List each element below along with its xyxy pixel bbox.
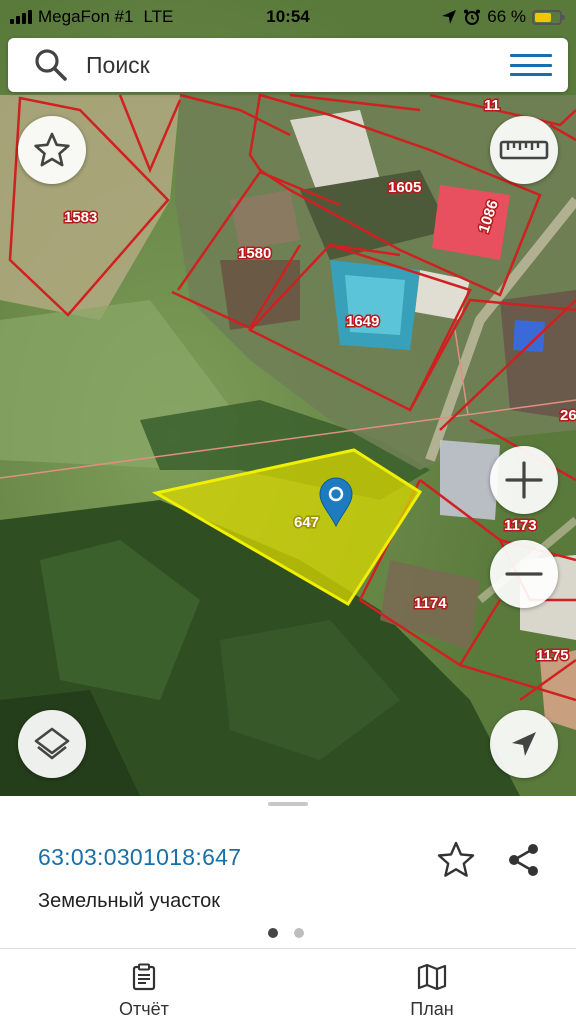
parcel-label: 1649 [346,313,379,330]
search-bar[interactable]: Поиск [8,38,568,92]
parcel-label: 1583 [64,209,97,226]
parcel-label: 1580 [238,245,271,262]
navigation-arrow-icon [512,732,536,756]
tab-plan[interactable]: План [288,949,576,1024]
star-outline-icon [34,132,70,167]
report-clipboard-icon [132,963,156,991]
parcel-label: 1173 [504,517,537,534]
battery-level [535,12,551,22]
map-plan-icon [417,963,447,991]
minus-icon [505,572,543,576]
bottom-tab-bar: Отчёт План [0,948,576,1024]
carrier-name: MegaFon #1 [38,7,134,26]
selected-parcel-label: 647 [294,514,319,531]
battery-percentage: 66 % [487,7,526,26]
drag-handle[interactable] [268,802,308,806]
tab-plan-label: План [410,999,454,1019]
ruler-button[interactable] [490,116,558,184]
cadastral-number[interactable]: 63:03:0301018:647 [38,844,241,871]
status-right: 66 % [441,7,565,27]
parcel-label: 11 [484,97,500,114]
location-arrow-icon [442,10,457,24]
share-button[interactable] [502,838,546,882]
network-type: LTE [143,7,174,26]
map-view[interactable]: 1583 1605 1086 1580 1649 1173 1174 1175 … [0,0,576,796]
page-indicator [268,928,304,938]
share-icon [509,844,538,876]
page-dot-active [268,928,278,938]
hamburger-menu-icon[interactable] [510,50,552,80]
parcel-details-sheet[interactable]: 63:03:0301018:647 Земельный участок [0,796,576,948]
favorite-map-button[interactable] [18,116,86,184]
parcel-type: Земельный участок [38,890,221,912]
alarm-clock-icon [464,9,481,25]
battery-icon [532,9,565,25]
parcel-label: 1605 [388,179,421,196]
signal-strength-icon [10,10,32,24]
parcel-label: 26 [560,407,576,424]
ruler-icon [499,140,549,160]
add-to-favorites-button[interactable] [434,838,478,882]
zoom-in-button[interactable] [490,446,558,514]
layers-icon [34,727,70,760]
layers-button[interactable] [18,710,86,778]
parcel-label: 1175 [536,647,569,664]
page-dot [294,928,304,938]
app-root: 1583 1605 1086 1580 1649 1173 1174 1175 … [0,0,576,1024]
satellite-imagery: 1583 1605 1086 1580 1649 1173 1174 1175 … [0,0,576,796]
tab-report[interactable]: Отчёт [0,949,288,1024]
status-bar: MegaFon #1 LTE 10:54 66 % [0,0,576,34]
search-icon[interactable] [34,48,68,82]
star-outline-icon [437,841,475,877]
parcel-label: 1174 [414,595,447,612]
plus-icon [505,461,543,499]
zoom-out-button[interactable] [490,540,558,608]
locate-me-button[interactable] [490,710,558,778]
tab-report-label: Отчёт [119,999,169,1019]
search-input[interactable]: Поиск [86,52,510,79]
status-left: MegaFon #1 LTE [10,7,173,27]
